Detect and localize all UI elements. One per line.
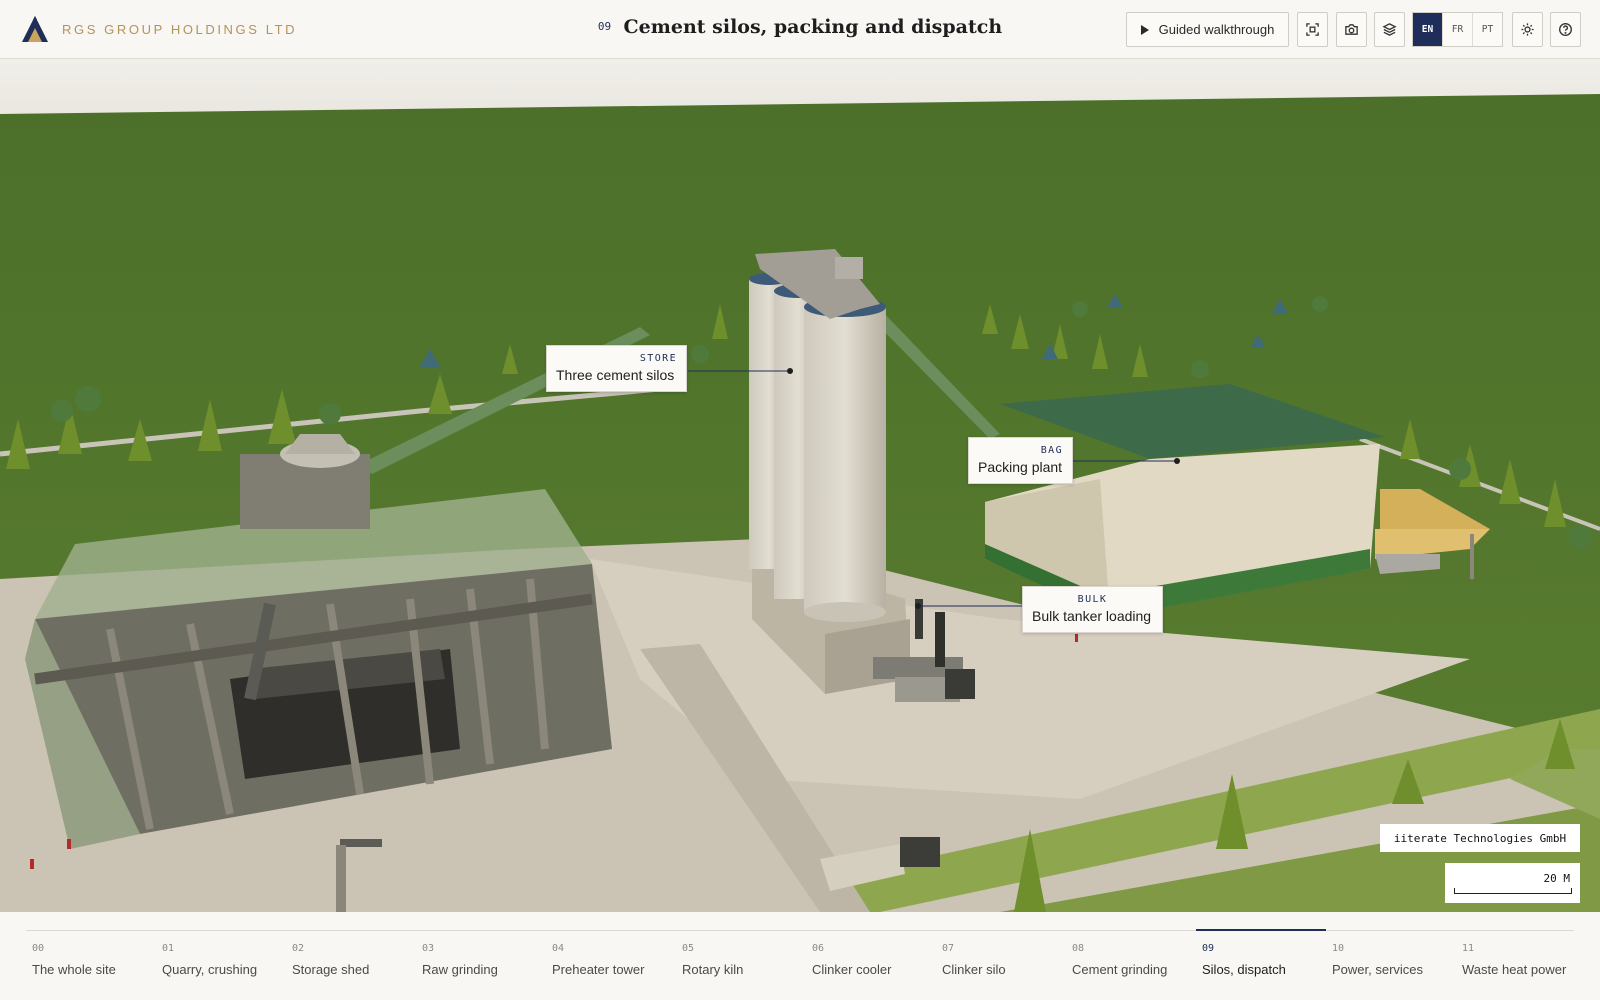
plant-scene-render [0, 59, 1600, 912]
timeline-step-08[interactable]: 08 Cement grinding [1066, 930, 1196, 990]
timeline-step-label: Clinker silo [942, 962, 1006, 977]
timeline-step-label: Raw grinding [422, 962, 498, 977]
top-bar: RGS GROUP HOLDINGS LTD 09 Cement silos, … [0, 0, 1600, 59]
language-pt[interactable]: PT [1472, 13, 1502, 46]
timeline-step-label: Silos, dispatch [1202, 962, 1286, 977]
layers-icon [1382, 23, 1397, 36]
step-title: Cement silos, packing and dispatch [623, 16, 1003, 38]
language-fr[interactable]: FR [1442, 13, 1472, 46]
timeline-step-05[interactable]: 05 Rotary kiln [676, 930, 806, 990]
timeline-step-number: 08 [1072, 943, 1085, 954]
timeline-step-label: Storage shed [292, 962, 370, 977]
callout-label: Bulk tanker loading [1032, 608, 1152, 624]
timeline-step-03[interactable]: 03 Raw grinding [416, 930, 546, 990]
callout-store[interactable]: STORE Three cement silos [546, 345, 687, 392]
timeline-step-label: Quarry, crushing [162, 962, 258, 977]
step-number: 09 [597, 20, 612, 33]
3d-viewport[interactable]: STORE Three cement silos BAG Packing pla… [0, 59, 1600, 912]
timeline-step-09[interactable]: 09 Silos, dispatch [1196, 929, 1326, 990]
timeline-step-06[interactable]: 06 Clinker cooler [806, 930, 936, 990]
screenshot-button[interactable] [1336, 12, 1367, 47]
callout-tag: BAG [1040, 445, 1063, 456]
timeline-step-number: 02 [292, 943, 305, 954]
timeline-step-label: Power, services [1332, 962, 1424, 977]
guided-walkthrough-button[interactable]: Guided walkthrough [1126, 12, 1289, 47]
callout-tag: STORE [639, 353, 677, 364]
timeline-step-number: 11 [1462, 943, 1475, 954]
timeline-step-number: 06 [812, 943, 825, 954]
timeline-step-number: 07 [942, 943, 955, 954]
scale-bar: 20 M [1445, 863, 1580, 903]
timeline-step-11[interactable]: 11 Waste heat power [1456, 930, 1586, 990]
timeline-step-02[interactable]: 02 Storage shed [286, 930, 416, 990]
focus-frame-icon [1306, 23, 1319, 36]
help-button[interactable] [1550, 12, 1581, 47]
callout-tag: BULK [1077, 594, 1108, 605]
timeline-step-number: 00 [32, 943, 45, 954]
focus-frame-button[interactable] [1297, 12, 1328, 47]
timeline-step-number: 01 [162, 943, 175, 954]
timeline-step-label: Waste heat power [1462, 962, 1567, 977]
timeline-step-number: 09 [1202, 943, 1215, 954]
rgs-mountain-logo-icon [22, 16, 48, 42]
timeline-step-label: Clinker cooler [812, 962, 892, 977]
guided-walkthrough-label: Guided walkthrough [1158, 22, 1275, 37]
timeline-step-number: 10 [1332, 943, 1345, 954]
timeline-step-01[interactable]: 01 Quarry, crushing [156, 930, 286, 990]
chapter-timeline: 00 The whole site 01 Quarry, crushing 02 Stor… [0, 912, 1600, 1000]
play-icon [1140, 24, 1149, 35]
callout-label: Three cement silos [556, 367, 675, 383]
brand-name: RGS GROUP HOLDINGS LTD [62, 21, 298, 37]
scale-label: 20 M [1543, 872, 1571, 885]
camera-icon [1345, 24, 1358, 35]
callout-label: Packing plant [978, 459, 1063, 475]
render-credit: iiterate Technologies GmbH [1380, 824, 1580, 852]
language-en[interactable]: EN [1413, 13, 1442, 46]
sun-icon [1521, 23, 1534, 36]
timeline-step-number: 05 [682, 943, 695, 954]
timeline-step-04[interactable]: 04 Preheater tower [546, 930, 676, 990]
timeline-step-label: Rotary kiln [682, 962, 744, 977]
theme-toggle-button[interactable] [1512, 12, 1543, 47]
callout-bulk[interactable]: BULK Bulk tanker loading [1022, 586, 1163, 633]
help-circle-icon [1559, 23, 1572, 36]
timeline-step-number: 03 [422, 943, 435, 954]
timeline-step-number: 04 [552, 943, 565, 954]
timeline-step-00[interactable]: 00 The whole site [26, 930, 156, 990]
timeline-step-label: Preheater tower [552, 962, 645, 977]
language-switcher: EN FR PT [1412, 12, 1503, 47]
timeline-step-10[interactable]: 10 Power, services [1326, 930, 1456, 990]
layers-button[interactable] [1374, 12, 1405, 47]
callout-bag[interactable]: BAG Packing plant [968, 437, 1073, 484]
timeline-step-07[interactable]: 07 Clinker silo [936, 930, 1066, 990]
brand[interactable]: RGS GROUP HOLDINGS LTD [20, 14, 297, 44]
timeline-step-label: Cement grinding [1072, 962, 1168, 977]
scale-ruler [1454, 888, 1572, 894]
timeline-step-label: The whole site [32, 962, 116, 977]
